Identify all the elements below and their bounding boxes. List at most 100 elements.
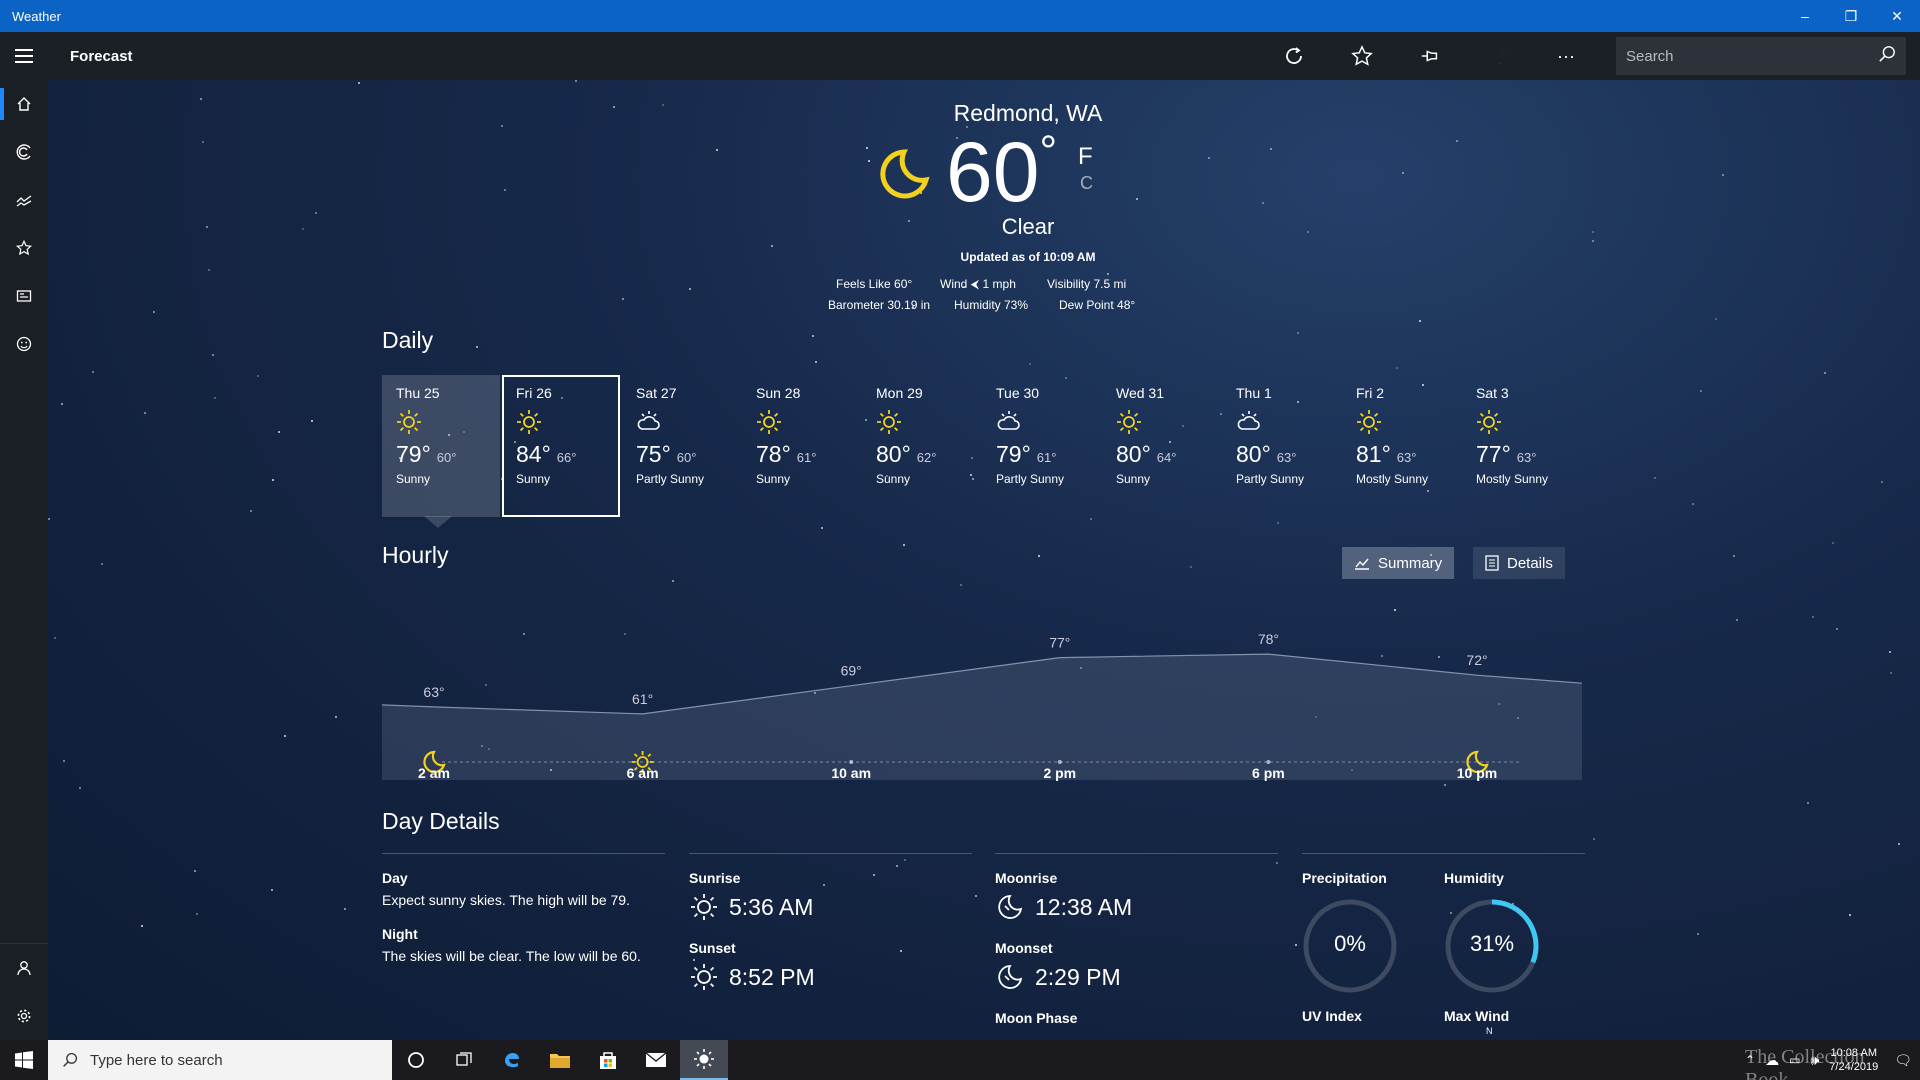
moonrise-label: Moonrise <box>995 870 1058 886</box>
pin-icon[interactable] <box>1396 32 1464 80</box>
daily-forecast-day[interactable]: Sat 27 75° 60° Partly Sunny <box>622 375 740 517</box>
condition-text: Clear <box>1001 214 1055 239</box>
daily-forecast-day[interactable]: Sun 28 78° 61° Sunny <box>742 375 860 517</box>
cortana-icon[interactable] <box>392 1040 440 1080</box>
star-dot <box>1836 628 1838 630</box>
star-dot <box>1654 477 1656 479</box>
sun-icon <box>876 409 902 435</box>
hour-label: 2 am <box>418 765 450 781</box>
star-dot <box>1295 944 1297 946</box>
star-dot <box>1262 202 1264 204</box>
weather-app-icon[interactable] <box>680 1040 728 1080</box>
hour-label: 6 pm <box>1252 765 1285 781</box>
star-dot <box>1692 503 1694 505</box>
day-condition: Sunny <box>1116 472 1151 486</box>
high-temp: 79° <box>396 441 431 467</box>
star-dot <box>868 160 870 162</box>
edge-browser-icon[interactable] <box>488 1040 536 1080</box>
refresh-icon[interactable] <box>1260 32 1328 80</box>
hourly-temp-label: 78° <box>1258 631 1279 647</box>
file-explorer-icon[interactable] <box>536 1040 584 1080</box>
low-temp: 63° <box>1396 450 1417 465</box>
star-dot <box>1881 481 1883 483</box>
start-windows-icon[interactable] <box>0 1040 48 1080</box>
day-name: Wed 31 <box>1116 385 1164 401</box>
nav-places-icon[interactable] <box>0 224 48 272</box>
star-dot <box>1697 933 1699 935</box>
star-dot <box>344 908 346 910</box>
day-name: Fri 26 <box>516 385 552 401</box>
unit-celsius-toggle[interactable]: C <box>1080 173 1093 194</box>
hour-label: 10 am <box>831 765 872 781</box>
search-input[interactable] <box>1626 47 1878 65</box>
star-dot <box>815 361 817 363</box>
dark-mode-icon[interactable] <box>1464 32 1532 80</box>
daily-forecast-day[interactable]: Fri 2 81° 63° Mostly Sunny <box>1342 375 1460 517</box>
settings-gear-icon[interactable] <box>0 992 48 1040</box>
daily-forecast-day[interactable]: Mon 29 80° 62° Sunny <box>862 375 980 517</box>
moonset-time: 2:29 PM <box>1035 963 1121 990</box>
nav-maps-icon[interactable] <box>0 128 48 176</box>
search-box[interactable] <box>1616 37 1906 75</box>
star-dot <box>1592 240 1594 242</box>
task-view-icon[interactable] <box>440 1040 488 1080</box>
hourly-heading: Hourly <box>382 542 449 568</box>
daily-forecast-day[interactable]: Tue 30 79° 61° Partly Sunny <box>982 375 1100 517</box>
more-options-button[interactable]: ··· <box>1532 32 1600 80</box>
star-dot <box>272 479 274 481</box>
list-icon <box>1485 555 1499 571</box>
nav-historical-icon[interactable] <box>0 176 48 224</box>
day-name: Thu 25 <box>396 385 440 401</box>
daily-forecast-day[interactable]: Fri 26 84° 66° Sunny <box>502 375 620 517</box>
daily-forecast-day[interactable]: Thu 1 80° 63° Partly Sunny <box>1222 375 1340 517</box>
star-dot <box>672 580 674 582</box>
moon-icon <box>874 146 934 206</box>
day-condition: Sunny <box>396 472 431 486</box>
minimize-button[interactable]: – <box>1782 0 1828 32</box>
star-dot <box>1297 332 1299 334</box>
star-dot <box>1890 672 1892 674</box>
star-dot <box>1832 542 1834 544</box>
day-condition: Mostly Sunny <box>1356 472 1429 486</box>
search-icon[interactable] <box>1878 45 1896 68</box>
moonrise-row: 12:38 AM <box>995 892 1278 922</box>
details-button[interactable]: Details <box>1473 547 1565 579</box>
day-condition: Sunny <box>876 472 911 486</box>
sunset-label: Sunset <box>689 940 736 956</box>
low-temp: 66° <box>556 450 577 465</box>
temperature-value: 60 <box>946 125 1040 219</box>
close-button[interactable]: ✕ <box>1874 0 1920 32</box>
mail-icon[interactable] <box>632 1040 680 1080</box>
nav-news-icon[interactable] <box>0 272 48 320</box>
nav-life-icon[interactable] <box>0 320 48 368</box>
summary-button[interactable]: Summary <box>1342 547 1455 579</box>
taskbar-search-box[interactable]: Type here to search <box>48 1040 392 1080</box>
unit-fahrenheit-toggle[interactable]: F <box>1078 143 1093 171</box>
daily-heading: Daily <box>382 327 434 353</box>
daily-forecast-day[interactable]: Thu 25 79° 60° Sunny <box>382 375 500 517</box>
notifications-icon[interactable]: 🗨 <box>1894 1052 1912 1069</box>
hourly-temp-label: 72° <box>1466 652 1487 668</box>
daily-forecast-day[interactable]: Sat 3 77° 63° Mostly Sunny <box>1462 375 1580 517</box>
account-icon[interactable] <box>0 944 48 992</box>
star-dot <box>903 544 905 546</box>
day-night-summary: Day Expect sunny skies. The high will be… <box>382 853 665 964</box>
sun-icon <box>1356 409 1382 435</box>
wind-stat: Wind ⮜ 1 mph <box>940 277 1016 291</box>
star-dot <box>960 584 962 586</box>
star-dot <box>476 346 478 348</box>
moonset-label: Moonset <box>995 940 1053 956</box>
menu-icon[interactable] <box>0 32 48 80</box>
favorite-star-icon[interactable] <box>1328 32 1396 80</box>
star-dot <box>716 149 718 151</box>
store-icon[interactable] <box>584 1040 632 1080</box>
precip-humidity-panel: Precipitation Humidity 0% 31% UV Index M… <box>1302 853 1585 1040</box>
nav-forecast-home-icon[interactable] <box>0 80 48 128</box>
restore-button[interactable]: ❐ <box>1828 0 1874 32</box>
daily-forecast-day[interactable]: Wed 31 80° 64° Sunny <box>1102 375 1220 517</box>
star-dot <box>1722 174 1724 176</box>
star-dot <box>575 80 577 82</box>
low-temp: 63° <box>1516 450 1537 465</box>
humidity-stat: Humidity 73% <box>954 298 1029 312</box>
star-dot <box>1592 231 1594 233</box>
